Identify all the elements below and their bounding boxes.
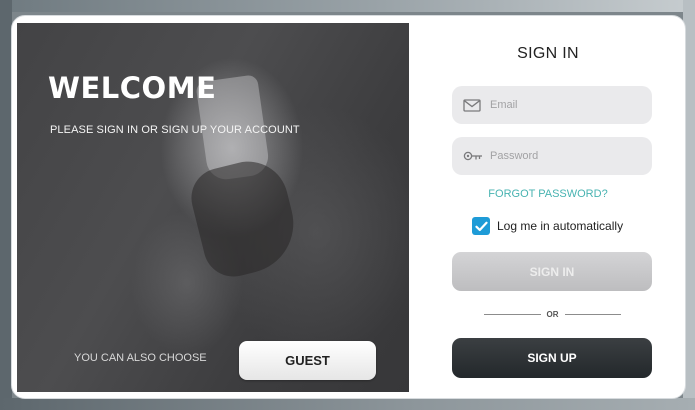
welcome-subtitle: PLEASE SIGN IN OR SIGN UP YOUR ACCOUNT: [50, 124, 300, 136]
remember-label: Log me in automatically: [497, 219, 624, 233]
divider-line-left: [484, 313, 541, 315]
remember-checkbox[interactable]: [472, 217, 490, 235]
envelope-icon: [463, 98, 483, 112]
window-frame-top: [0, 0, 695, 12]
divider-line-right: [564, 313, 621, 315]
welcome-panel: WELCOME PLEASE SIGN IN OR SIGN UP YOUR A…: [17, 23, 409, 392]
login-card: WELCOME PLEASE SIGN IN OR SIGN UP YOUR A…: [11, 15, 686, 399]
password-input[interactable]: [490, 150, 650, 162]
signin-title: SIGN IN: [517, 45, 579, 62]
forgot-password-link[interactable]: FORGOT PASSWORD?: [409, 188, 685, 200]
email-field[interactable]: [452, 86, 652, 124]
guest-button[interactable]: GUEST: [239, 341, 376, 380]
window-frame-bottom: [0, 398, 695, 410]
key-icon: [463, 149, 483, 163]
password-field[interactable]: [452, 137, 652, 175]
remember-me[interactable]: Log me in automatically: [472, 217, 623, 235]
or-divider: OR: [484, 307, 621, 321]
or-label: OR: [546, 309, 559, 319]
signup-button[interactable]: SIGN UP: [452, 338, 652, 378]
welcome-title: WELCOME: [48, 71, 217, 105]
signin-button[interactable]: SIGN IN: [452, 252, 652, 291]
checkmark-icon: [474, 221, 488, 231]
email-input[interactable]: [490, 99, 650, 111]
guest-prompt: YOU CAN ALSO CHOOSE: [74, 352, 207, 364]
